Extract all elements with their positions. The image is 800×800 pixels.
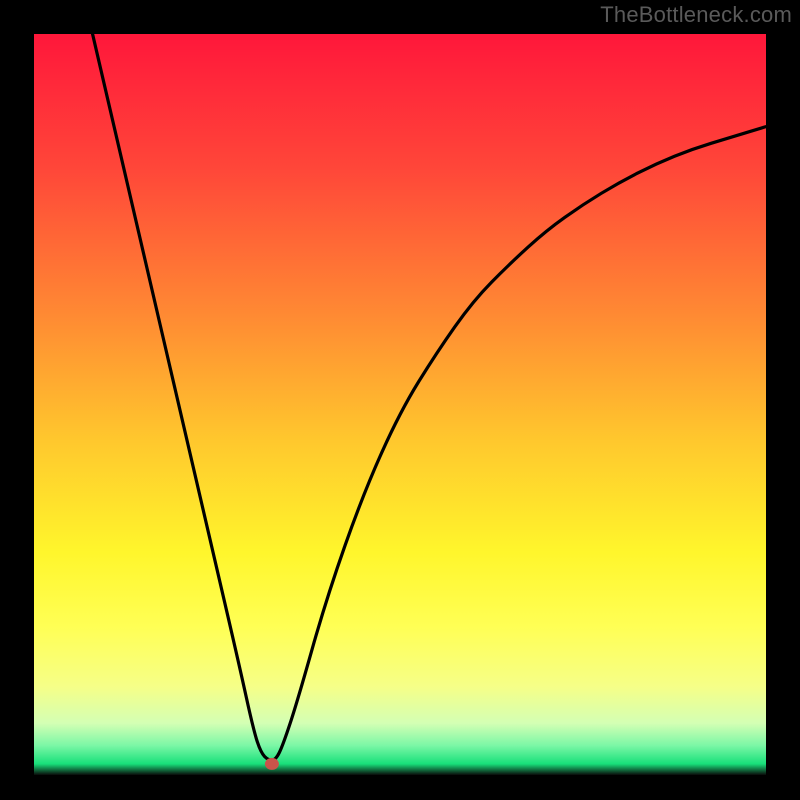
- gradient-background: [34, 34, 766, 775]
- chart-container: TheBottleneck.com: [0, 0, 800, 800]
- optimal-marker: [265, 758, 279, 770]
- bottleneck-chart: [0, 0, 800, 800]
- watermark-text: TheBottleneck.com: [600, 2, 792, 28]
